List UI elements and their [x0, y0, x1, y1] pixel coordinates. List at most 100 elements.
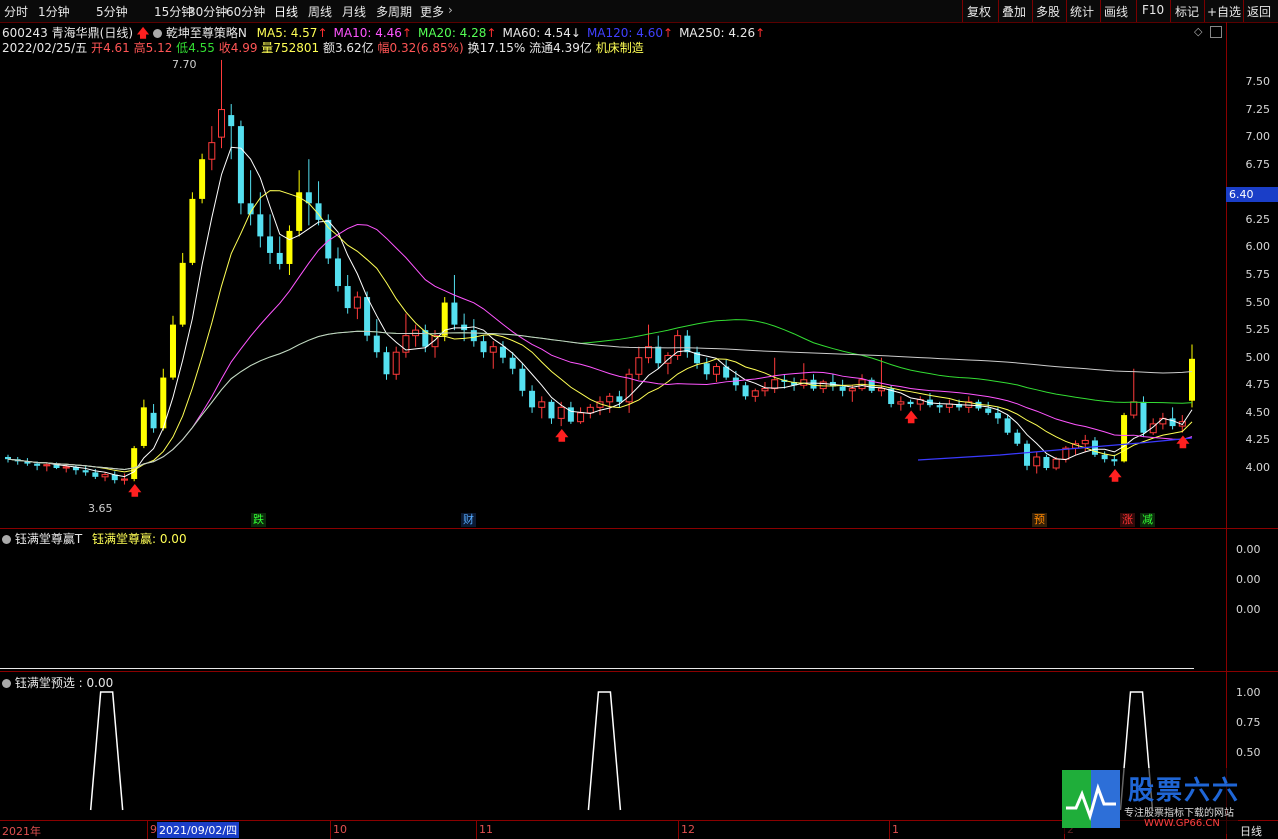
- candle[interactable]: [645, 324, 653, 364]
- multi-stock-button[interactable]: 多股: [1036, 3, 1060, 20]
- candle[interactable]: [800, 363, 808, 389]
- candle[interactable]: [431, 330, 439, 358]
- candle[interactable]: [344, 275, 351, 314]
- tab-1min[interactable]: 1分钟: [38, 3, 70, 20]
- candle[interactable]: [1024, 440, 1031, 471]
- candle[interactable]: [548, 399, 555, 424]
- event-mark-fall[interactable]: 跌: [251, 513, 266, 527]
- candle[interactable]: [586, 404, 594, 419]
- candle[interactable]: [82, 465, 89, 476]
- candle[interactable]: [441, 297, 448, 342]
- settings-circle-icon[interactable]: [2, 535, 11, 544]
- fuquan-button[interactable]: 复权: [967, 3, 991, 20]
- f10-button[interactable]: F10: [1142, 3, 1164, 17]
- candle[interactable]: [373, 319, 380, 358]
- candle[interactable]: [858, 374, 866, 391]
- settings-circle-icon[interactable]: [153, 29, 163, 38]
- candle[interactable]: [1014, 429, 1021, 446]
- candle[interactable]: [1130, 368, 1138, 419]
- tab-more[interactable]: 更多: [420, 3, 444, 20]
- candle[interactable]: [877, 357, 885, 397]
- candle[interactable]: [1111, 454, 1118, 466]
- candle[interactable]: [655, 335, 662, 369]
- candle[interactable]: [189, 192, 196, 266]
- chevron-right-icon[interactable]: ›: [448, 3, 453, 17]
- candle[interactable]: [1189, 344, 1195, 408]
- candle[interactable]: [383, 346, 390, 380]
- candle[interactable]: [451, 275, 458, 331]
- candle[interactable]: [315, 181, 322, 226]
- candle[interactable]: [567, 401, 574, 424]
- candle[interactable]: [179, 252, 186, 327]
- candle[interactable]: [819, 379, 827, 394]
- candle[interactable]: [364, 291, 371, 342]
- candle[interactable]: [72, 464, 79, 475]
- candle[interactable]: [392, 346, 400, 380]
- candle[interactable]: [791, 377, 798, 391]
- candle[interactable]: [1121, 412, 1128, 463]
- event-mark-finance[interactable]: 财: [461, 513, 476, 527]
- candle[interactable]: [131, 445, 138, 482]
- tab-30min[interactable]: 30分钟: [188, 3, 227, 20]
- event-mark-reduce[interactable]: 减: [1140, 513, 1155, 527]
- candle[interactable]: [664, 352, 672, 375]
- candle[interactable]: [810, 374, 817, 391]
- tab-multiperiod[interactable]: 多周期: [376, 3, 412, 20]
- candle[interactable]: [596, 396, 604, 416]
- candle[interactable]: [529, 385, 536, 413]
- candle[interactable]: [62, 463, 70, 473]
- candle[interactable]: [712, 363, 720, 382]
- candle[interactable]: [985, 401, 992, 416]
- square-icon[interactable]: [1210, 26, 1222, 38]
- candle[interactable]: [412, 324, 420, 347]
- candle[interactable]: [945, 399, 953, 413]
- mark-button[interactable]: 标记: [1175, 3, 1199, 20]
- candle[interactable]: [703, 357, 710, 380]
- candle[interactable]: [839, 379, 846, 397]
- candle[interactable]: [101, 472, 109, 482]
- tab-60min[interactable]: 60分钟: [226, 3, 265, 20]
- candle[interactable]: [1004, 415, 1011, 435]
- candle[interactable]: [907, 399, 914, 408]
- candle[interactable]: [538, 396, 546, 419]
- candle[interactable]: [606, 393, 614, 413]
- candle[interactable]: [267, 214, 274, 264]
- candle[interactable]: [781, 374, 788, 389]
- candle[interactable]: [751, 388, 759, 402]
- stats-button[interactable]: 统计: [1070, 3, 1094, 20]
- candle[interactable]: [150, 404, 157, 433]
- candle[interactable]: [742, 381, 749, 400]
- candle[interactable]: [761, 381, 769, 397]
- candle[interactable]: [519, 363, 526, 397]
- draw-line-button[interactable]: 画线: [1104, 3, 1128, 20]
- candle[interactable]: [334, 247, 341, 292]
- candle[interactable]: [897, 396, 905, 411]
- candle[interactable]: [237, 120, 244, 215]
- candle[interactable]: [975, 399, 982, 411]
- tab-monthly[interactable]: 月线: [342, 3, 366, 20]
- event-mark-rise[interactable]: 涨: [1120, 513, 1135, 527]
- candle[interactable]: [684, 330, 691, 358]
- event-mark-forecast[interactable]: 预: [1032, 513, 1047, 527]
- panel2-title[interactable]: 钰满堂尊赢T: [15, 532, 82, 546]
- overlay-button[interactable]: 叠加: [1002, 3, 1026, 20]
- candle[interactable]: [208, 126, 216, 171]
- candle[interactable]: [5, 454, 11, 463]
- strategy-name[interactable]: 乾坤至尊策略N: [166, 26, 247, 40]
- candle[interactable]: [489, 341, 497, 369]
- candle[interactable]: [296, 170, 303, 237]
- candle[interactable]: [625, 368, 633, 413]
- candle[interactable]: [169, 315, 176, 380]
- candle[interactable]: [111, 471, 118, 484]
- candle[interactable]: [480, 335, 487, 358]
- candle[interactable]: [218, 59, 226, 149]
- tab-fenshi[interactable]: 分时: [4, 3, 28, 20]
- candle[interactable]: [916, 396, 924, 411]
- candle[interactable]: [1072, 440, 1080, 455]
- candle[interactable]: [353, 291, 361, 320]
- candle[interactable]: [723, 359, 730, 380]
- tab-5min[interactable]: 5分钟: [96, 3, 128, 20]
- candle[interactable]: [635, 346, 643, 380]
- candle[interactable]: [1159, 412, 1167, 430]
- candle[interactable]: [577, 407, 585, 424]
